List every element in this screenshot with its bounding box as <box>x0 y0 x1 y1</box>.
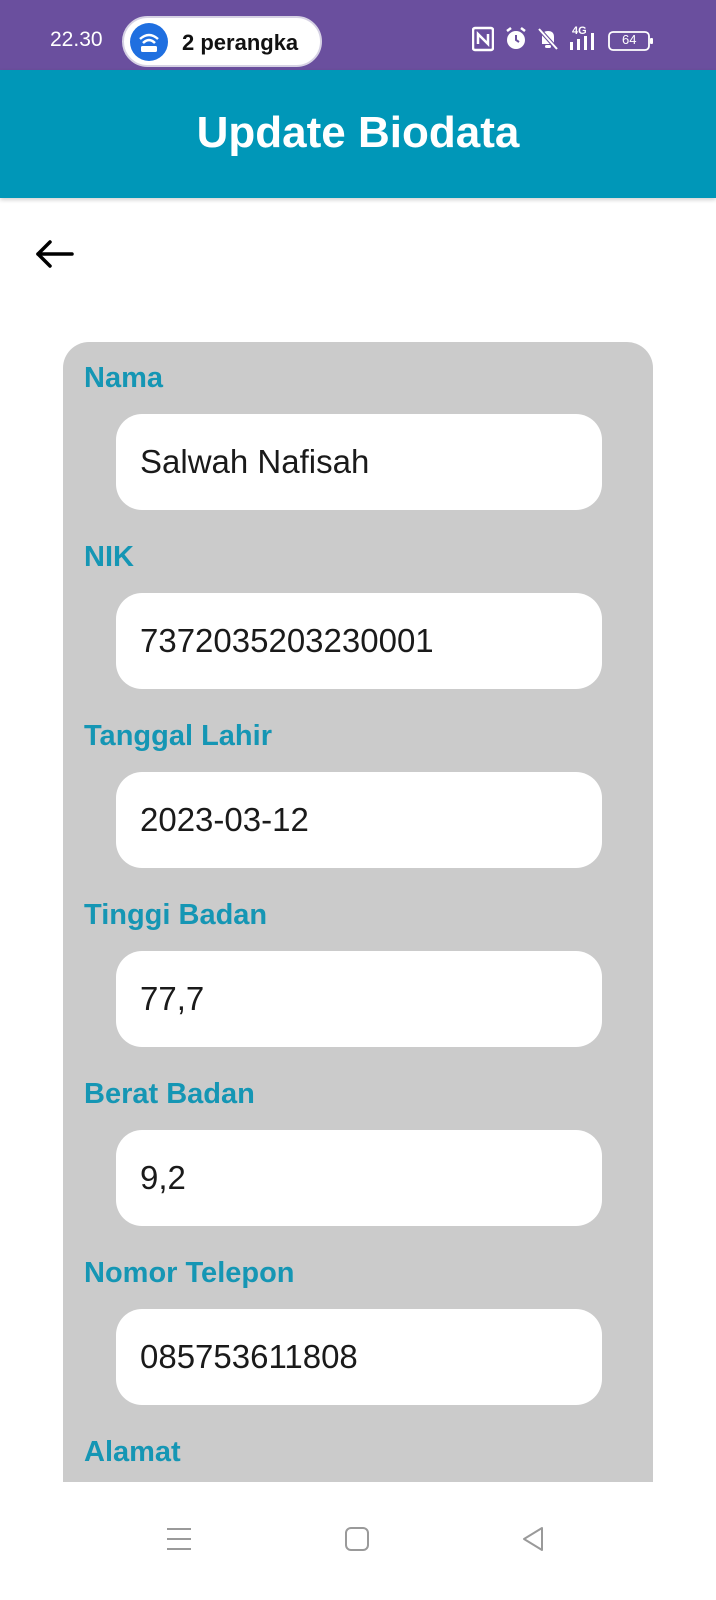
battery-level: 64 <box>622 32 637 47</box>
nfc-icon <box>471 26 495 57</box>
input-tinggi-badan[interactable]: 77,7 <box>116 951 602 1047</box>
svg-text:4G: 4G <box>572 25 587 37</box>
status-time: 22.30 <box>50 28 103 51</box>
4g-signal-icon: 4G <box>566 24 602 59</box>
label-nik: NIK <box>84 541 134 573</box>
page-title: Update Biodata <box>196 108 520 157</box>
hotspot-icon <box>130 23 168 61</box>
hotspot-chip[interactable]: 2 perangka <box>122 16 322 67</box>
input-tanggal-lahir[interactable]: 2023-03-12 <box>116 772 602 868</box>
arrow-left-icon <box>36 240 74 268</box>
back-triangle-icon <box>523 1527 543 1551</box>
home-icon <box>345 1527 369 1551</box>
input-nik[interactable]: 7372035203230001 <box>116 593 602 689</box>
label-berat-badan: Berat Badan <box>84 1078 255 1110</box>
label-tinggi-badan: Tinggi Badan <box>84 899 268 931</box>
app-bar: Update Biodata <box>0 70 716 198</box>
home-button[interactable] <box>344 1526 370 1557</box>
hotspot-text: 2 perangka <box>182 30 299 55</box>
alarm-icon <box>504 26 528 57</box>
back-button[interactable] <box>30 232 80 276</box>
status-bar: 22.30 2 perangka 4G 64 <box>0 0 716 70</box>
input-nama[interactable]: Salwah Nafisah <box>116 414 602 510</box>
mute-icon <box>536 26 560 57</box>
input-nomor-telepon[interactable]: 085753611808 <box>116 1309 602 1405</box>
menu-button[interactable] <box>166 1526 192 1557</box>
input-berat-badan[interactable]: 9,2 <box>116 1130 602 1226</box>
menu-icon <box>167 1528 191 1550</box>
label-alamat: Alamat <box>84 1436 181 1468</box>
label-nama: Nama <box>84 362 163 394</box>
system-nav-bar <box>0 1482 716 1600</box>
back-nav-button[interactable] <box>520 1526 546 1557</box>
label-tanggal-lahir: Tanggal Lahir <box>84 720 272 752</box>
label-nomor-telepon: Nomor Telepon <box>84 1257 295 1289</box>
